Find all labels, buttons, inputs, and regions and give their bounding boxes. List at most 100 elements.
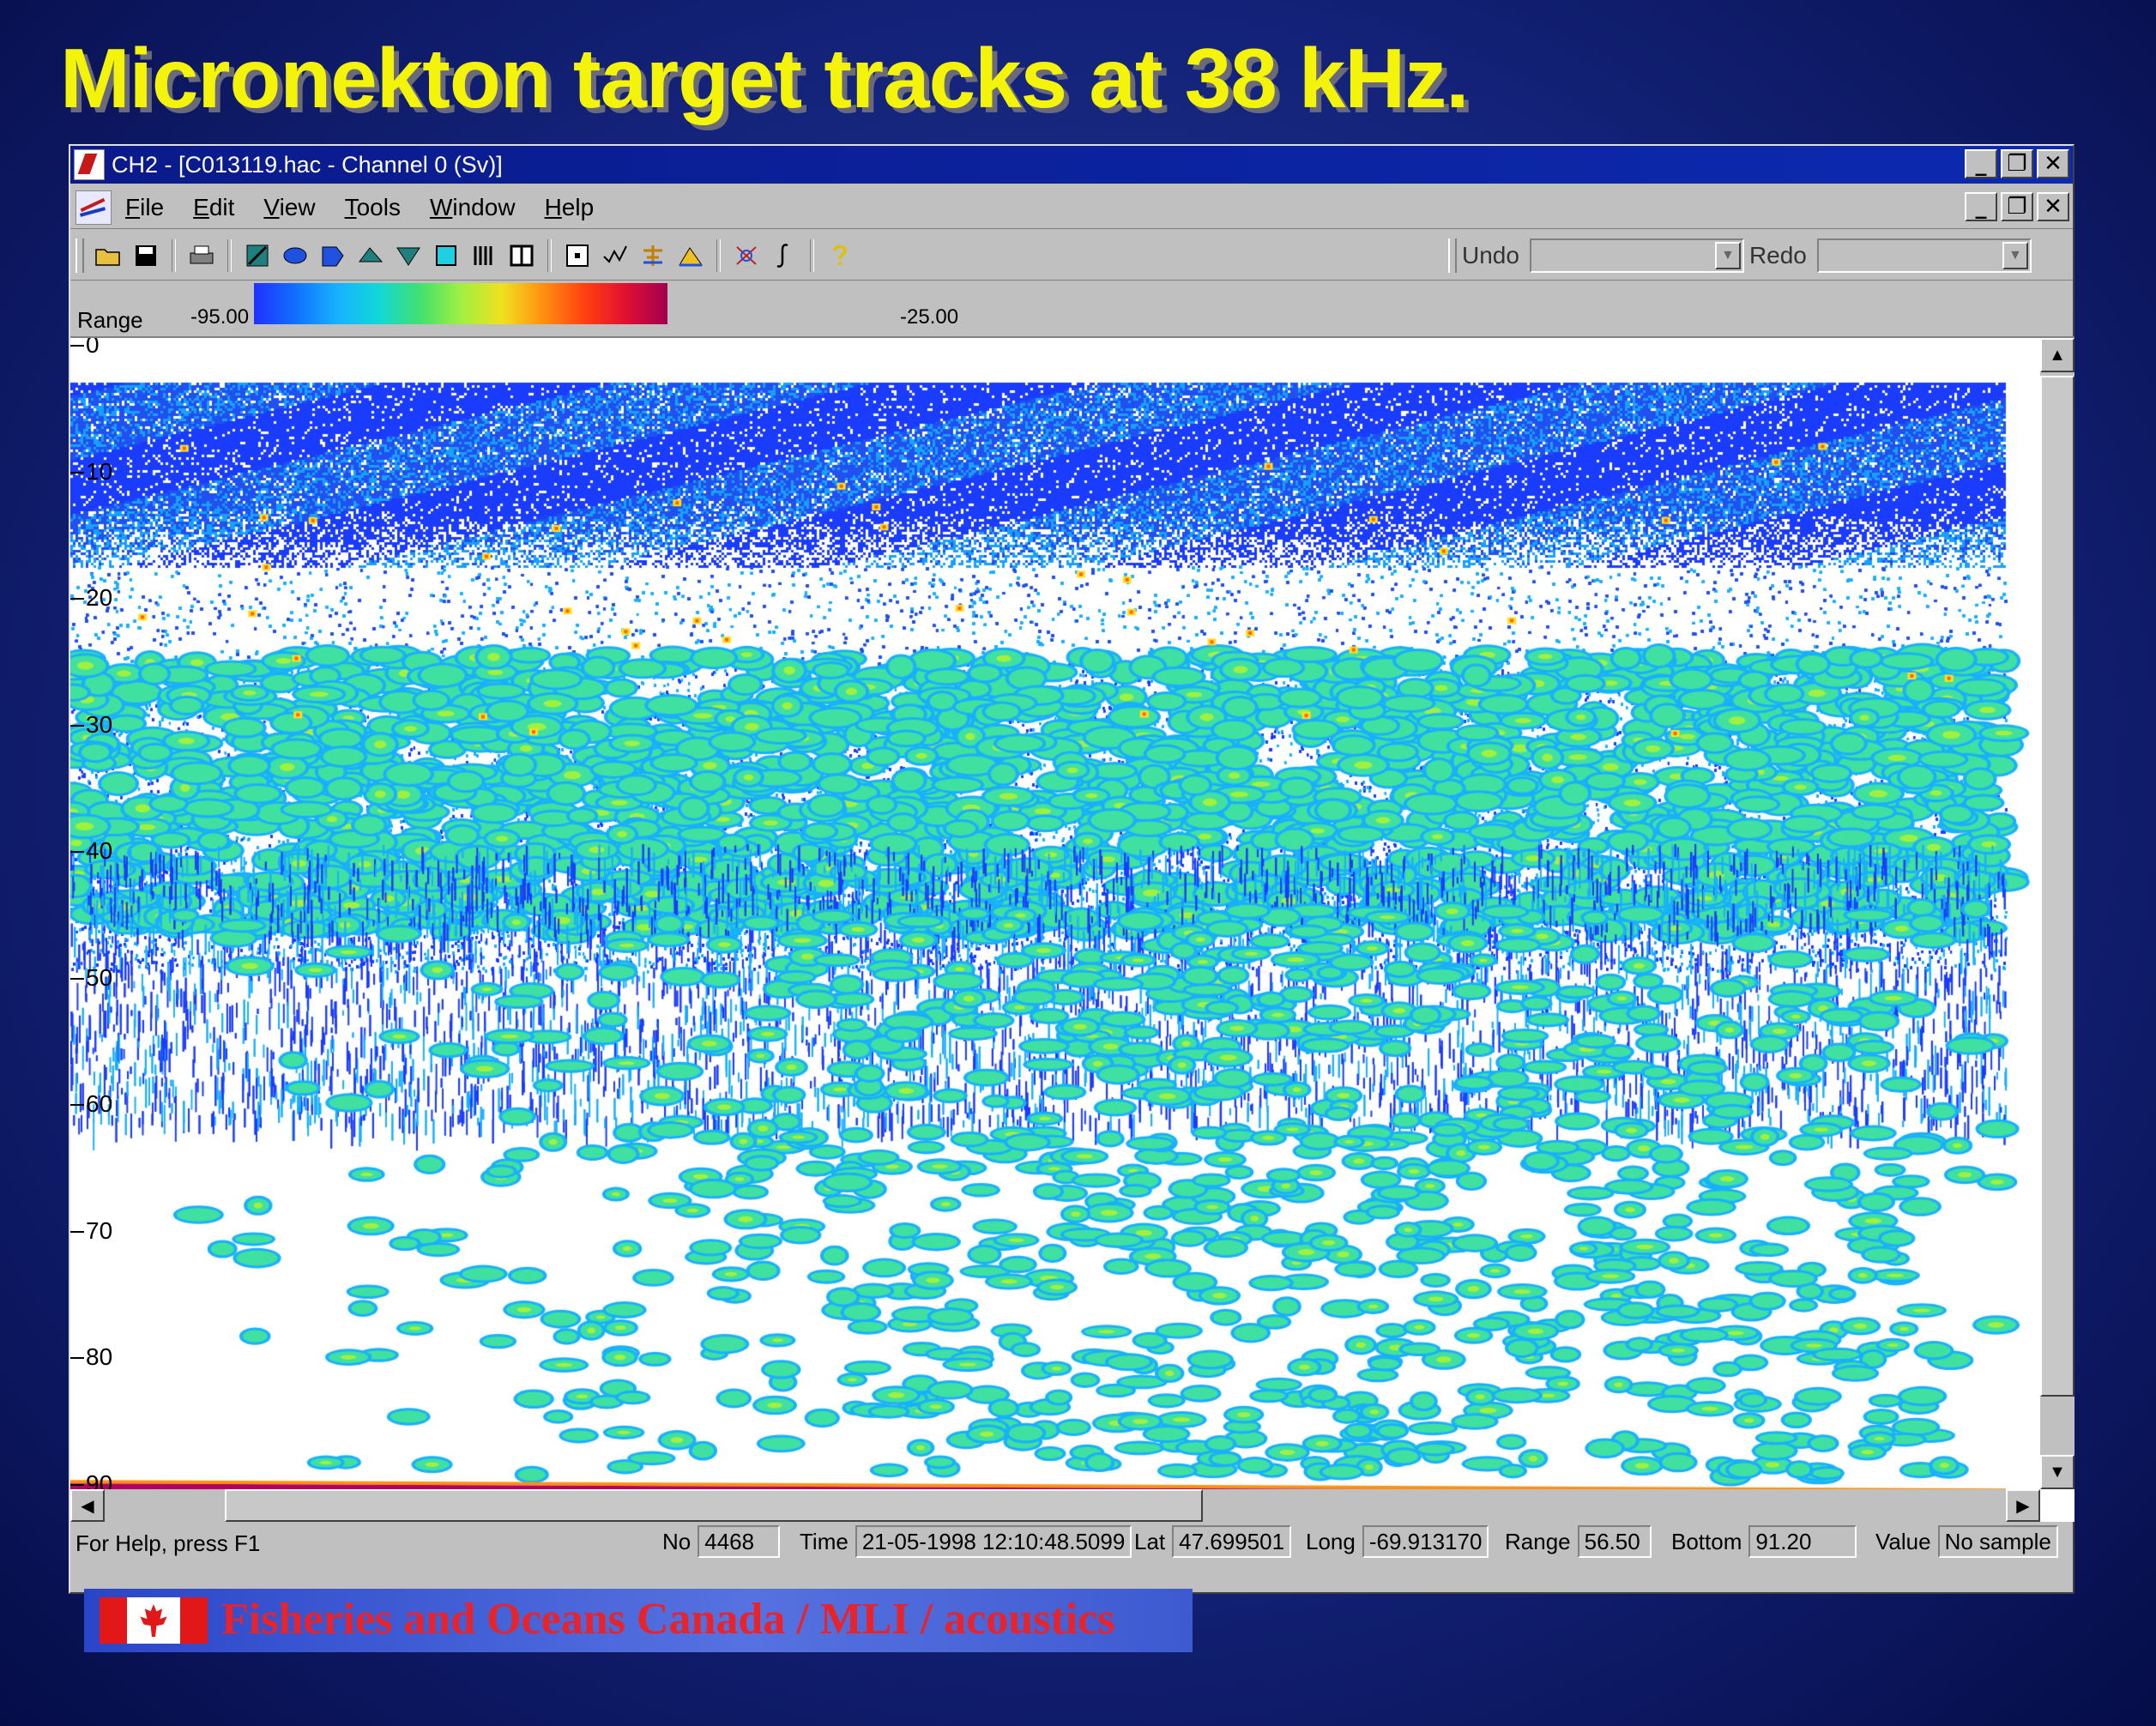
vertical-scroll-thumb[interactable] (2040, 376, 2074, 1397)
document-icon[interactable] (75, 190, 112, 225)
color-scale-bar (254, 283, 667, 324)
app-window: CH2 - [C013119.hac - Channel 0 (Sv)] _ ❐… (69, 144, 2074, 1594)
scroll-down-icon[interactable]: ▼ (2040, 1455, 2074, 1489)
toolbar-grip[interactable] (75, 238, 84, 273)
echogram-view[interactable]: 0 10 20 30 40 50 60 70 80 90 ▲ ▼ ◀ ▶ (70, 336, 2074, 1522)
toolbar-separator (172, 239, 176, 272)
status-lat-label: Lat (1134, 1528, 1166, 1554)
maple-leaf-icon (140, 1604, 167, 1637)
depth-label: 80 (86, 1343, 113, 1370)
integral-icon[interactable] (769, 240, 800, 271)
toolbar-separator (547, 239, 552, 272)
depth-tick (70, 724, 84, 727)
status-longitude: Long -69.913170 (1306, 1525, 1489, 1558)
target-point-icon[interactable] (562, 240, 593, 271)
menu-edit[interactable]: Edit (193, 194, 234, 221)
depth-label: 60 (86, 1090, 113, 1117)
doc-close-button[interactable]: ✕ (2037, 192, 2069, 221)
status-help: For Help, press F1 (75, 1530, 261, 1556)
line-graph-icon[interactable] (600, 240, 631, 271)
status-value-value: No sample (1937, 1525, 2058, 1558)
status-time-label: Time (800, 1528, 849, 1554)
toolbar-grip[interactable] (1448, 238, 1457, 273)
depth-tick (70, 598, 84, 600)
region-tool-icon[interactable] (242, 240, 273, 271)
footer-text: Fisheries and Oceans Canada / MLI / acou… (221, 1595, 1115, 1644)
chevron-down-icon[interactable]: ▼ (2002, 242, 2028, 269)
toolbar: Undo ▼ Redo ▼ (70, 232, 2073, 281)
status-range-label: Range (1505, 1528, 1571, 1554)
status-time-value: 21-05-1998 12:10:48.5099 (855, 1525, 1132, 1558)
layer-band-icon[interactable] (393, 240, 424, 271)
menu-help[interactable]: Help (545, 194, 595, 221)
color-scale-label: Range (77, 307, 143, 333)
depth-tick (70, 1483, 84, 1486)
depth-tick (70, 977, 84, 980)
redo-combo[interactable]: ▼ (1816, 238, 2032, 273)
polygon-tool-icon[interactable] (317, 240, 348, 271)
status-long-value: -69.913170 (1362, 1525, 1489, 1558)
app-icon[interactable] (74, 149, 105, 180)
depth-label: 40 (86, 837, 113, 864)
vertical-lines-icon[interactable] (468, 240, 499, 271)
status-bottom: Bottom 91.20 (1671, 1525, 1857, 1558)
menu-view[interactable]: View (263, 194, 315, 221)
vertical-scrollbar[interactable]: ▲ ▼ (2040, 338, 2074, 1489)
toolbar-separator (716, 239, 721, 272)
horizontal-scroll-thumb[interactable] (225, 1489, 1203, 1522)
toolbar-separator (227, 239, 232, 272)
doc-minimize-button[interactable]: _ (1965, 192, 1997, 221)
canada-flag-icon (100, 1597, 208, 1644)
minimize-button[interactable]: _ (1965, 149, 1997, 178)
help-icon[interactable] (824, 240, 855, 271)
chevron-down-icon[interactable]: ▼ (1714, 242, 1741, 269)
status-bottom-value: 91.20 (1748, 1525, 1857, 1558)
box-tool-icon[interactable] (431, 240, 462, 271)
menu-window[interactable]: Window (430, 194, 516, 221)
layer-tool-icon[interactable] (355, 240, 386, 271)
depth-label: 20 (86, 584, 113, 611)
status-no-value: 4468 (698, 1525, 781, 1558)
status-time: Time 21-05-1998 12:10:48.5099 (800, 1525, 1132, 1558)
restore-button[interactable]: ❐ (2001, 149, 2033, 178)
document-window-controls: _ ❐ ✕ (1965, 192, 2069, 221)
echogram-canvas[interactable] (70, 338, 2040, 1489)
status-lat-value: 47.699501 (1172, 1525, 1292, 1558)
depth-label: 30 (86, 710, 113, 738)
color-scale: Range -95.00 -25.00 (70, 283, 2073, 336)
depth-tick (70, 1357, 84, 1359)
scroll-up-icon[interactable]: ▲ (2040, 338, 2074, 372)
save-icon[interactable] (130, 240, 161, 271)
menu-file[interactable]: File (125, 194, 164, 221)
menu-tools[interactable]: Tools (345, 194, 401, 221)
depth-tick (70, 1104, 84, 1106)
title-bar[interactable]: CH2 - [C013119.hac - Channel 0 (Sv)] _ ❐… (70, 146, 2073, 184)
color-scale-max: -25.00 (900, 305, 959, 329)
scroll-left-icon[interactable]: ◀ (70, 1489, 105, 1522)
window-title: CH2 - [C013119.hac - Channel 0 (Sv)] (112, 151, 503, 178)
depth-label: 0 (86, 336, 100, 358)
school-tool-icon[interactable] (280, 240, 311, 271)
undo-combo[interactable]: ▼ (1529, 238, 1744, 273)
status-bar: For Help, press F1 No 4468 Time 21-05-19… (70, 1522, 2073, 1560)
depth-label: 10 (86, 457, 113, 485)
split-view-icon[interactable] (506, 240, 537, 271)
print-icon[interactable] (186, 240, 217, 271)
close-button[interactable]: ✕ (2037, 149, 2069, 178)
depth-tick (70, 1230, 84, 1233)
histogram-icon[interactable] (675, 240, 706, 271)
status-value: Value No sample (1875, 1525, 2058, 1558)
depth-label: 70 (86, 1216, 113, 1244)
depth-tick (70, 345, 84, 347)
redo-label: Redo (1748, 242, 1807, 269)
doc-restore-button[interactable]: ❐ (2001, 192, 2033, 221)
status-range: Range 56.50 (1505, 1525, 1652, 1558)
horizontal-scrollbar[interactable]: ◀ ▶ (70, 1489, 2040, 1522)
scroll-right-icon[interactable]: ▶ (2006, 1489, 2040, 1522)
status-bottom-label: Bottom (1671, 1528, 1742, 1554)
open-folder-icon[interactable] (93, 240, 124, 271)
status-range-value: 56.50 (1577, 1525, 1652, 1558)
measure-tool-icon[interactable] (637, 240, 668, 271)
settings-icon[interactable] (731, 240, 762, 271)
status-no-label: No (662, 1528, 691, 1554)
